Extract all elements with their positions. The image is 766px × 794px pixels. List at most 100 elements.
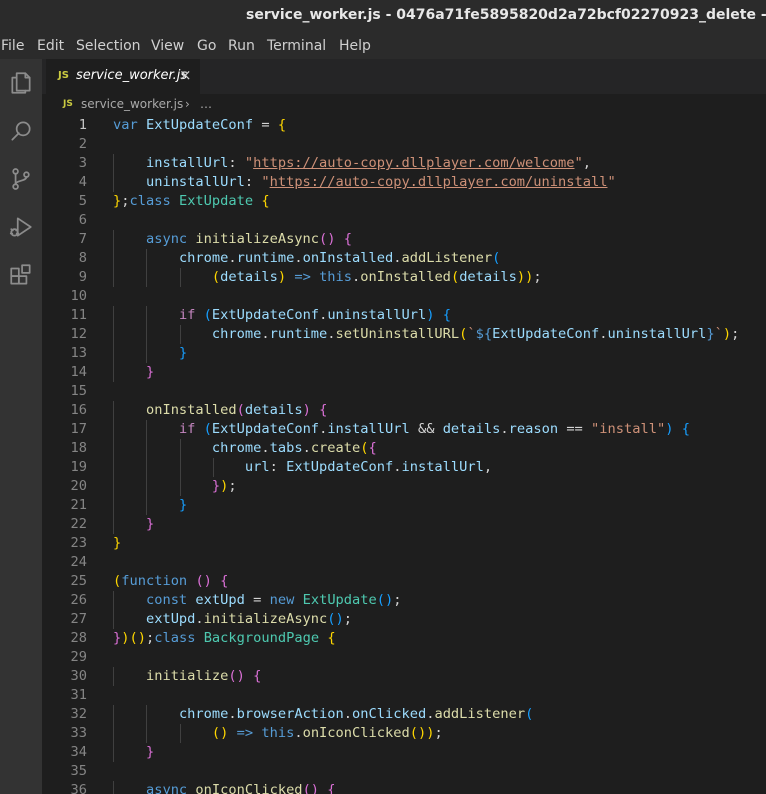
code-token: ExtUpdateConf	[286, 459, 394, 475]
line-number: 2	[78, 136, 87, 152]
code-token: ;	[121, 193, 130, 209]
code-line[interactable]: 16 onInstalled(details) {	[42, 401, 766, 420]
code-token: onIconClicked	[195, 782, 303, 794]
window-title: service_worker.js - 0476a71fe5895820d2a7…	[246, 7, 766, 23]
code-token: .	[327, 326, 336, 342]
code-token: }	[211, 478, 221, 494]
indent-guide	[113, 249, 114, 268]
code-token: async	[145, 782, 188, 794]
code-line[interactable]: 32 chrome.browserAction.onClicked.addLis…	[42, 705, 766, 724]
code-token: .	[228, 706, 237, 722]
code-line[interactable]: 14 }	[42, 363, 766, 382]
code-token: "	[607, 174, 616, 190]
code-line[interactable]: 12 chrome.runtime.setUninstallURL(`${Ext…	[42, 325, 766, 344]
code-line[interactable]: 3 installUrl: "https://auto-copy.dllplay…	[42, 154, 766, 173]
code-line[interactable]: 10	[42, 287, 766, 306]
run-debug-icon[interactable]	[4, 210, 38, 244]
code-line[interactable]: 27 extUpd.initializeAsync();	[42, 610, 766, 629]
code-line[interactable]: 15	[42, 382, 766, 401]
menu-selection[interactable]: Selection	[76, 38, 141, 54]
code-token: =	[253, 117, 278, 133]
code-line[interactable]: 33 () => this.onIconClicked());	[42, 724, 766, 743]
extensions-icon[interactable]	[4, 258, 38, 292]
code-token: .	[195, 611, 204, 627]
code-line[interactable]: 18 chrome.tabs.create({	[42, 439, 766, 458]
code-line[interactable]: 2	[42, 135, 766, 154]
code-line[interactable]: 21 }	[42, 496, 766, 515]
code-line[interactable]: 28})();class BackgroundPage {	[42, 629, 766, 648]
breadcrumb-symbols[interactable]: …	[200, 97, 212, 111]
code-token: (	[211, 269, 221, 285]
menu-edit[interactable]: Edit	[37, 38, 64, 54]
title-bar: service_worker.js - 0476a71fe5895820d2a7…	[0, 0, 766, 34]
code-token: {	[277, 117, 287, 133]
menu-view[interactable]: View	[151, 38, 184, 54]
menu-terminal[interactable]: Terminal	[267, 38, 326, 54]
code-token: (	[203, 421, 212, 437]
menu-go[interactable]: Go	[197, 38, 216, 54]
code-line[interactable]: 24	[42, 553, 766, 572]
code-line[interactable]: 17 if (ExtUpdateConf. installUrl && detai…	[42, 420, 766, 439]
code-line[interactable]: 29	[42, 648, 766, 667]
code-token: }	[145, 516, 155, 532]
code-line[interactable]: 6	[42, 211, 766, 230]
code-token: create	[310, 440, 361, 456]
indent-guide	[113, 743, 114, 762]
code-line[interactable]: 9 (details) => this.onInstalled(details)…	[42, 268, 766, 287]
code-line[interactable]: 5};class ExtUpdate {	[42, 192, 766, 211]
code-text: initialize() {	[113, 667, 261, 686]
line-number: 29	[70, 649, 87, 665]
menu-file[interactable]: File	[1, 38, 24, 54]
indent-guide	[113, 363, 114, 382]
code-text: () => this.onIconClicked());	[113, 724, 443, 743]
search-icon[interactable]	[4, 114, 38, 148]
code-line[interactable]: 31	[42, 686, 766, 705]
code-line[interactable]: 36 async onIconClicked() {	[42, 781, 766, 794]
code-token: =>	[294, 269, 311, 285]
code-line[interactable]: 30 initialize() {	[42, 667, 766, 686]
line-number: 7	[78, 231, 87, 247]
indent-guide	[113, 439, 114, 458]
menu-help[interactable]: Help	[339, 38, 371, 54]
code-line[interactable]: 4 uninstallUrl: "https://auto-copy.dllpl…	[42, 173, 766, 192]
code-line[interactable]: 13 }	[42, 344, 766, 363]
code-token: onInstalled	[302, 250, 394, 266]
code-token: tabs	[269, 440, 303, 456]
code-token: onInstalled	[145, 402, 237, 418]
indent-guide	[146, 724, 148, 743]
code-line[interactable]: 22 }	[42, 515, 766, 534]
source-control-icon[interactable]	[4, 162, 38, 196]
indent-guide	[113, 173, 114, 192]
code-line[interactable]: 11 if (ExtUpdateConf.uninstallUrl) {	[42, 306, 766, 325]
indent-guide	[179, 268, 181, 287]
tab-service-worker[interactable]: JS service_worker.js ×	[46, 59, 200, 94]
indent-guide	[146, 705, 148, 724]
code-token: BackgroundPage	[203, 630, 320, 646]
code-text: chrome.browserAction.onClicked.addListen…	[113, 705, 533, 724]
code-line[interactable]: 1 var ExtUpdateConf = {	[42, 116, 766, 135]
code-line[interactable]: 35	[42, 762, 766, 781]
breadcrumb-file[interactable]: service_worker.js	[81, 97, 183, 111]
line-number: 27	[70, 611, 87, 627]
close-icon[interactable]: ×	[179, 67, 192, 84]
code-token: details	[442, 421, 501, 437]
code-line[interactable]: 25 (function () {	[42, 572, 766, 591]
code-token: ()	[211, 725, 229, 741]
code-line[interactable]: 23}	[42, 534, 766, 553]
code-line[interactable]: 20 });	[42, 477, 766, 496]
code-line[interactable]: 19 url: ExtUpdateConf.installUrl,	[42, 458, 766, 477]
menu-run[interactable]: Run	[228, 38, 255, 54]
code-line[interactable]: 26 const extUpd = new ExtUpdate();	[42, 591, 766, 610]
code-line[interactable]: 7 async initializeAsync() {	[42, 230, 766, 249]
code-line[interactable]: 34 }	[42, 743, 766, 762]
code-token: uninstallUrl	[145, 174, 245, 190]
explorer-icon[interactable]	[4, 66, 38, 100]
code-text: };class ExtUpdate {	[113, 192, 270, 211]
indent-guide	[146, 477, 148, 496]
code-token: )	[722, 326, 732, 342]
code-editor[interactable]: 1 var ExtUpdateConf = {2 3 installUrl: "ht…	[42, 116, 766, 794]
code-line[interactable]: 8 chrome.runtime.onInstalled.addListener…	[42, 249, 766, 268]
